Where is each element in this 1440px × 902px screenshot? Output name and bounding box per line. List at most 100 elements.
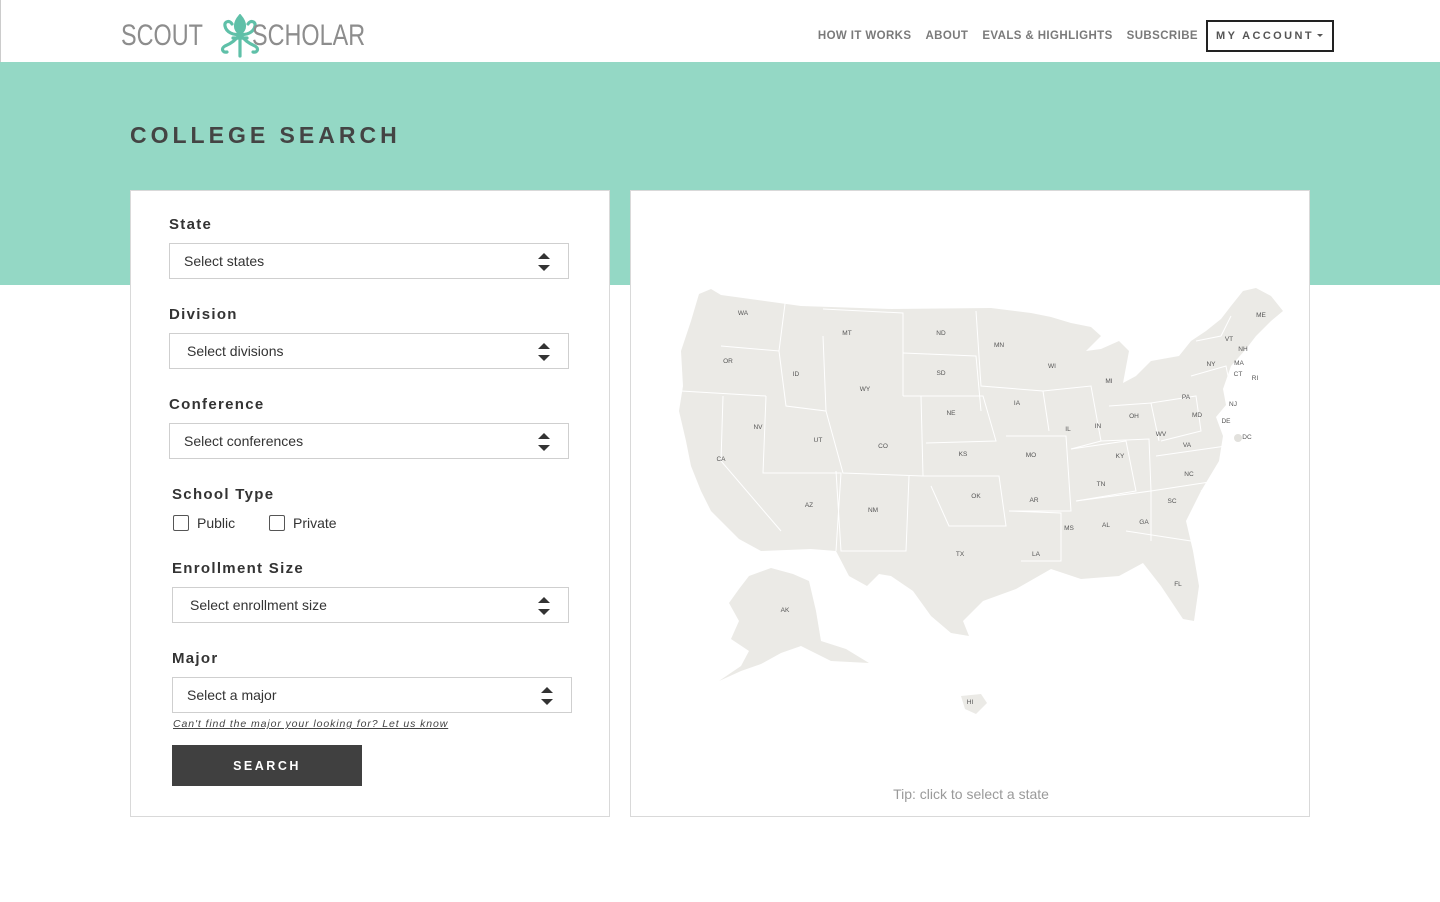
private-checkbox-label: Private [293,515,337,531]
private-checkbox-box[interactable] [269,515,285,531]
state-label-ga[interactable]: GA [1139,519,1149,526]
caret-down-icon [1317,34,1323,37]
state-label-ct[interactable]: CT [1234,371,1243,378]
nav-evals-highlights[interactable]: EVALS & HIGHLIGHTS [982,30,1112,42]
enrollment-size-select[interactable]: Select enrollment size [172,587,569,623]
state-label-tx[interactable]: TX [956,551,965,558]
state-label-de[interactable]: DE [1221,418,1231,425]
enrollment-size-select-value: Select enrollment size [190,597,327,613]
state-label-me[interactable]: ME [1256,312,1266,319]
my-account-label: MY ACCOUNT [1216,30,1314,42]
division-select[interactable]: Select divisions [169,333,569,369]
conference-select[interactable]: Select conferences [169,423,569,459]
state-label-nd[interactable]: ND [936,330,946,337]
state-label-wa[interactable]: WA [738,310,749,317]
division-label: Division [169,306,238,323]
state-label-la[interactable]: LA [1032,551,1041,558]
state-label-nj[interactable]: NJ [1229,401,1237,408]
major-select-value: Select a major [187,687,277,703]
state-label-wy[interactable]: WY [860,386,871,393]
state-label-nv[interactable]: NV [753,424,763,431]
state-label-ri[interactable]: RI [1252,375,1259,382]
state-label: State [169,216,213,233]
map-panel: WA OR CA NV ID MT WY UT AZ NM CO ND SD NE KS OK TX MN IA MO… [630,190,1310,817]
state-label-ma[interactable]: MA [1234,360,1244,367]
enrollment-size-label: Enrollment Size [172,560,305,577]
state-label-md[interactable]: MD [1192,412,1202,419]
sort-arrows-icon [538,433,550,451]
state-label-nh[interactable]: NH [1238,346,1248,353]
public-checkbox[interactable]: Public [173,515,235,531]
hawaii-shape[interactable] [961,694,987,714]
conference-select-value: Select conferences [184,433,304,449]
school-type-label: School Type [172,486,275,503]
state-label-sc[interactable]: SC [1167,498,1176,505]
state-label-sd[interactable]: SD [936,370,945,377]
state-label-ak[interactable]: AK [781,607,790,614]
state-label-in[interactable]: IN [1095,423,1102,430]
division-select-value: Select divisions [187,343,284,359]
state-label-nc[interactable]: NC [1184,471,1194,478]
state-label-mt[interactable]: MT [842,330,851,337]
logo-word-scout: SCOUT [121,19,203,52]
state-label-ia[interactable]: IA [1014,400,1021,407]
nav-subscribe[interactable]: SUBSCRIBE [1127,30,1198,42]
public-checkbox-label: Public [197,515,236,531]
search-button[interactable]: SEARCH [172,745,362,786]
map-shapes [679,288,1283,714]
state-label-ar[interactable]: AR [1029,497,1038,504]
logo-word-scholar: SCHOLAR [252,19,366,52]
main-nav: HOW IT WORKS ABOUT EVALS & HIGHLIGHTS SU… [804,20,1334,52]
state-label-ms[interactable]: MS [1064,525,1074,532]
major-label: Major [172,650,219,667]
state-label-ut[interactable]: UT [814,437,823,444]
sort-arrows-icon [541,687,553,705]
missing-major-link[interactable]: Can't find the major your looking for? L… [173,718,448,730]
state-label-or[interactable]: OR [723,358,733,365]
page-title: COLLEGE SEARCH [130,122,401,148]
state-label-ks[interactable]: KS [959,451,968,458]
state-label-ny[interactable]: NY [1206,361,1216,368]
state-label-az[interactable]: AZ [805,502,813,509]
state-label-fl[interactable]: FL [1174,581,1182,588]
state-label-mi[interactable]: MI [1105,378,1112,385]
state-label-oh[interactable]: OH [1129,413,1139,420]
filter-panel: State Select states Division Select divi… [130,190,610,817]
major-select[interactable]: Select a major [172,677,572,713]
state-label-ca[interactable]: CA [716,456,726,463]
dc-marker[interactable] [1234,434,1242,442]
state-select-value: Select states [184,253,265,269]
state-label-ne[interactable]: NE [946,410,956,417]
sort-arrows-icon [538,597,550,615]
conference-label: Conference [169,396,265,413]
state-label-id[interactable]: ID [793,371,800,378]
state-label-il[interactable]: IL [1065,426,1071,433]
state-label-va[interactable]: VA [1183,442,1192,449]
state-label-hi[interactable]: HI [967,699,974,706]
state-label-vt[interactable]: VT [1225,336,1233,343]
state-label-ky[interactable]: KY [1116,453,1125,460]
sort-arrows-icon [538,343,550,361]
state-label-mn[interactable]: MN [994,342,1004,349]
state-label-tn[interactable]: TN [1097,481,1106,488]
sort-arrows-icon [538,253,550,271]
nav-how-it-works[interactable]: HOW IT WORKS [818,30,912,42]
state-label-mo[interactable]: MO [1026,452,1036,459]
state-label-dc[interactable]: DC [1242,434,1252,441]
state-label-wv[interactable]: WV [1156,431,1167,438]
public-checkbox-box[interactable] [173,515,189,531]
us-map[interactable]: WA OR CA NV ID MT WY UT AZ NM CO ND SD NE KS OK TX MN IA MO… [631,191,1311,818]
nav-about[interactable]: ABOUT [925,30,968,42]
state-label-pa[interactable]: PA [1182,394,1191,401]
alaska-shape[interactable] [719,568,869,681]
state-label-ok[interactable]: OK [971,493,981,500]
state-label-al[interactable]: AL [1102,522,1110,529]
top-navbar: SCOUT SCHOLAR HOW IT WORKS ABOUT EVALS &… [0,0,1440,62]
state-select[interactable]: Select states [169,243,569,279]
my-account-dropdown[interactable]: MY ACCOUNT [1206,20,1334,52]
state-label-wi[interactable]: WI [1048,363,1056,370]
private-checkbox[interactable]: Private [269,515,337,531]
site-logo[interactable]: SCOUT SCHOLAR [121,14,397,58]
state-label-nm[interactable]: NM [868,507,878,514]
state-label-co[interactable]: CO [878,443,888,450]
